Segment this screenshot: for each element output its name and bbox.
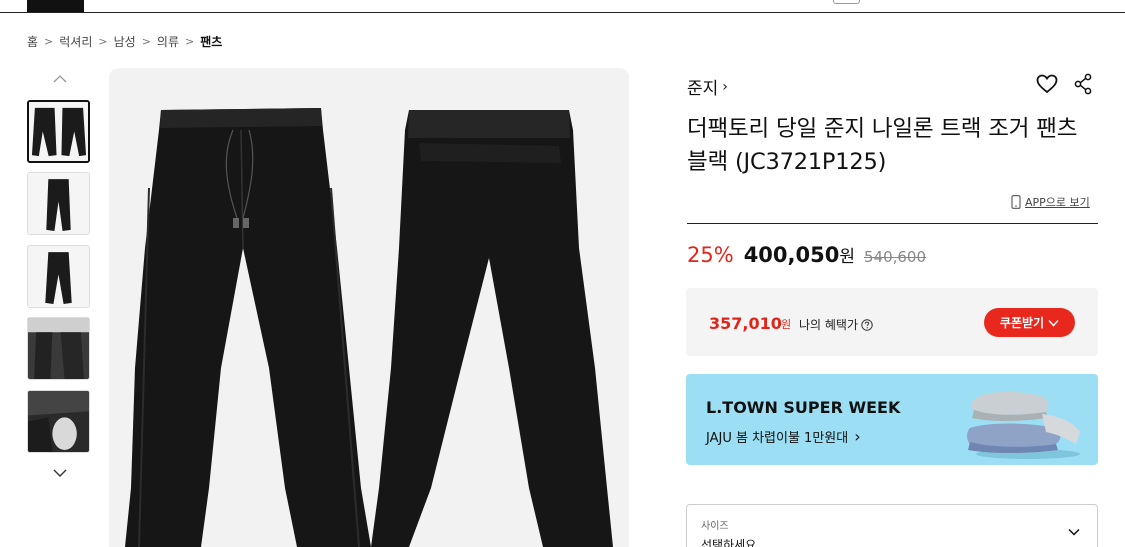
thumbnail-4[interactable]	[27, 317, 90, 380]
chevron-down-icon	[1068, 528, 1080, 536]
thumbnail-1[interactable]	[27, 100, 90, 163]
site-logo[interactable]	[27, 0, 84, 12]
thumbnail-5[interactable]	[27, 390, 90, 453]
coupon-button-label: 쿠폰받기	[999, 316, 1045, 330]
blanket-image	[967, 391, 1080, 459]
size-label: 사이즈	[701, 521, 729, 532]
banner-title: L.TOWN SUPER WEEK	[706, 398, 901, 417]
product-main-image[interactable]	[109, 68, 629, 547]
app-view-label: APP으로 보기	[1025, 196, 1090, 209]
price-row: 25% 400,050 원 540,600	[687, 242, 926, 267]
banner-subtitle: JAJU 봄 차렵이불 1만원대 ›	[706, 427, 861, 446]
brand-name: 준지	[687, 79, 719, 99]
discount-rate: 25%	[687, 243, 734, 267]
top-bar	[0, 0, 1125, 13]
benefit-box: 357,010 원 나의 혜택가 쿠폰받기	[686, 288, 1098, 356]
product-title: 더팩토리 당일 준지 나일론 트랙 조거 팬츠 블랙 (JC3721P125)	[687, 116, 1078, 175]
breadcrumb-separator-icon: >	[98, 34, 108, 48]
section-divider	[687, 223, 1098, 224]
breadcrumb-item-pants[interactable]: 팬츠	[200, 33, 222, 50]
mobile-phone-icon	[1011, 195, 1021, 209]
chevron-down-icon[interactable]	[50, 464, 70, 482]
thumbnail-3[interactable]	[27, 245, 90, 308]
breadcrumb: 홈 > 럭셔리 > 남성 > 의류 > 팬츠	[27, 33, 222, 49]
chevron-up-icon[interactable]	[50, 70, 70, 88]
price-unit: 원	[839, 247, 855, 267]
share-icon[interactable]	[1073, 73, 1093, 95]
breadcrumb-separator-icon: >	[185, 34, 195, 48]
size-placeholder: 선택하세요	[701, 538, 757, 547]
brand-link[interactable]: 준지 ›	[687, 74, 728, 100]
breadcrumb-item-clothing[interactable]: 의류	[157, 33, 179, 50]
breadcrumb-item-men[interactable]: 남성	[114, 33, 136, 50]
banner-subtitle-text: JAJU 봄 차렵이불 1만원대	[706, 431, 849, 446]
app-view-link[interactable]: APP으로 보기	[1011, 194, 1090, 210]
size-select[interactable]: 사이즈 선택하세요	[686, 504, 1098, 547]
benefit-price-unit: 원	[781, 318, 792, 331]
promo-banner[interactable]: L.TOWN SUPER WEEK JAJU 봄 차렵이불 1만원대 ›	[686, 374, 1098, 465]
sale-price: 400,050	[743, 243, 840, 267]
benefit-price: 357,010	[709, 314, 782, 333]
chevron-right-icon: ›	[854, 427, 861, 446]
help-circle-icon[interactable]	[861, 318, 873, 331]
chevron-right-icon: ›	[722, 78, 728, 95]
thumbnail-2[interactable]	[27, 172, 90, 235]
brand-row: 준지 ›	[687, 72, 1097, 100]
breadcrumb-separator-icon: >	[141, 34, 151, 48]
breadcrumb-item-luxury[interactable]: 럭셔리	[59, 33, 92, 50]
benefit-label: 나의 혜택가	[799, 316, 873, 333]
benefit-label-text: 나의 혜택가	[799, 318, 859, 332]
coupon-download-button[interactable]: 쿠폰받기	[984, 308, 1075, 337]
top-tab-handle[interactable]	[833, 0, 860, 4]
chevron-down-icon	[1048, 319, 1059, 327]
breadcrumb-separator-icon: >	[44, 34, 54, 48]
breadcrumb-item-home[interactable]: 홈	[27, 33, 38, 50]
heart-icon[interactable]	[1035, 72, 1059, 96]
original-price: 540,600	[863, 248, 927, 266]
